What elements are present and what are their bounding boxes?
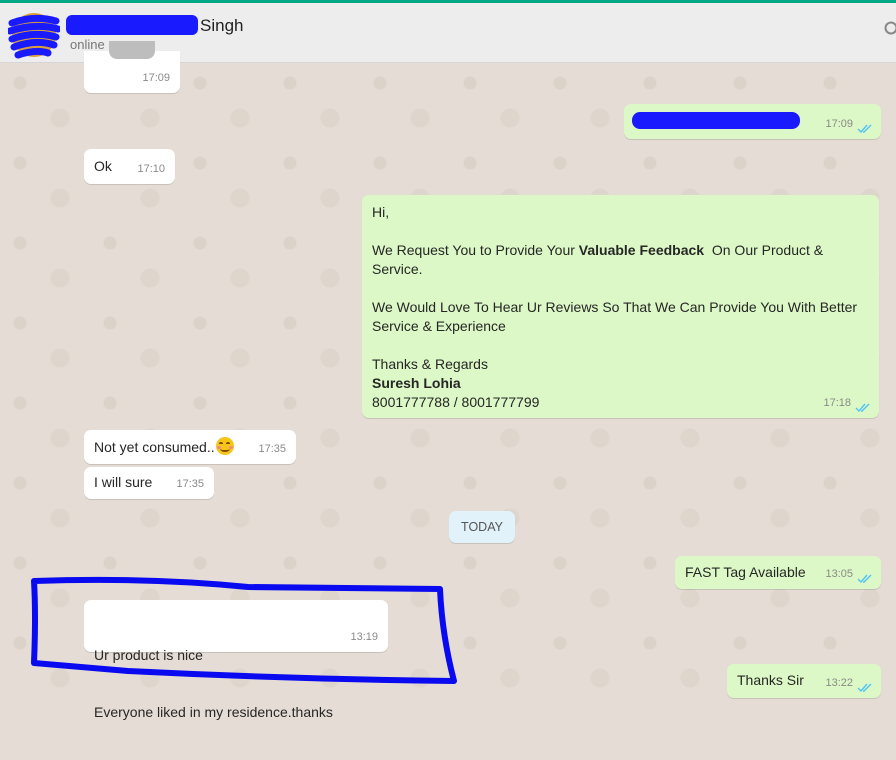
message-line: Service & Experience	[372, 317, 857, 336]
double-check-icon	[857, 124, 873, 134]
message-text: I will sure	[94, 473, 152, 492]
message-time: 17:18	[823, 394, 851, 413]
message-signature: Suresh Lohia	[372, 374, 857, 393]
message-line: We Would Love To Hear Ur Reviews So That…	[372, 298, 857, 317]
double-check-icon	[857, 683, 873, 693]
message-time: 17:35	[258, 440, 286, 459]
message-redaction	[632, 112, 800, 129]
message-phone: 8001777788 / 8001777799	[372, 393, 857, 412]
message-bubble-outgoing[interactable]: 17:09	[624, 104, 881, 139]
message-bubble-incoming[interactable]: Not yet consumed.. 17:35	[84, 430, 296, 464]
message-time: 13:22	[825, 674, 853, 693]
message-bubble-incoming[interactable]: 17:09	[84, 51, 180, 93]
message-line: Hi,	[372, 203, 857, 222]
message-text: Not yet consumed..	[94, 437, 234, 457]
double-check-icon	[855, 403, 871, 413]
smiling-face-emoji	[216, 437, 234, 455]
message-line: Thanks & Regards	[372, 355, 857, 374]
message-bubble-outgoing[interactable]: Thanks Sir 13:22	[727, 664, 881, 698]
message-text: Thanks Sir	[737, 671, 804, 690]
message-bubble-incoming[interactable]: I will sure 17:35	[84, 467, 214, 499]
double-check-icon	[857, 574, 873, 584]
message-bubble-outgoing[interactable]: FAST Tag Available 13:05	[675, 556, 881, 589]
message-time: 17:09	[825, 115, 853, 134]
message-line: Service.	[372, 260, 857, 279]
message-text: Ok	[94, 157, 112, 176]
message-time: 13:05	[825, 565, 853, 584]
contact-status: online	[70, 37, 105, 52]
search-icon[interactable]	[884, 21, 896, 35]
image-thumbnail[interactable]	[109, 41, 155, 59]
message-text: FAST Tag Available	[685, 563, 806, 582]
avatar-redaction-scribble	[8, 13, 60, 59]
message-time: 17:10	[137, 160, 165, 179]
message-bubble-outgoing[interactable]: Hi, We Request You to Provide Your Valua…	[362, 195, 879, 418]
message-bubble-incoming[interactable]: Ok 17:10	[84, 149, 175, 184]
contact-name[interactable]: Singh	[200, 16, 243, 36]
date-divider: TODAY	[449, 511, 515, 543]
message-line: We Request You to Provide Your Valuable …	[372, 241, 857, 260]
name-redaction	[66, 15, 198, 35]
message-time: 17:35	[176, 475, 204, 494]
message-time: 17:09	[142, 69, 170, 88]
annotation-highlight-box	[28, 575, 460, 687]
